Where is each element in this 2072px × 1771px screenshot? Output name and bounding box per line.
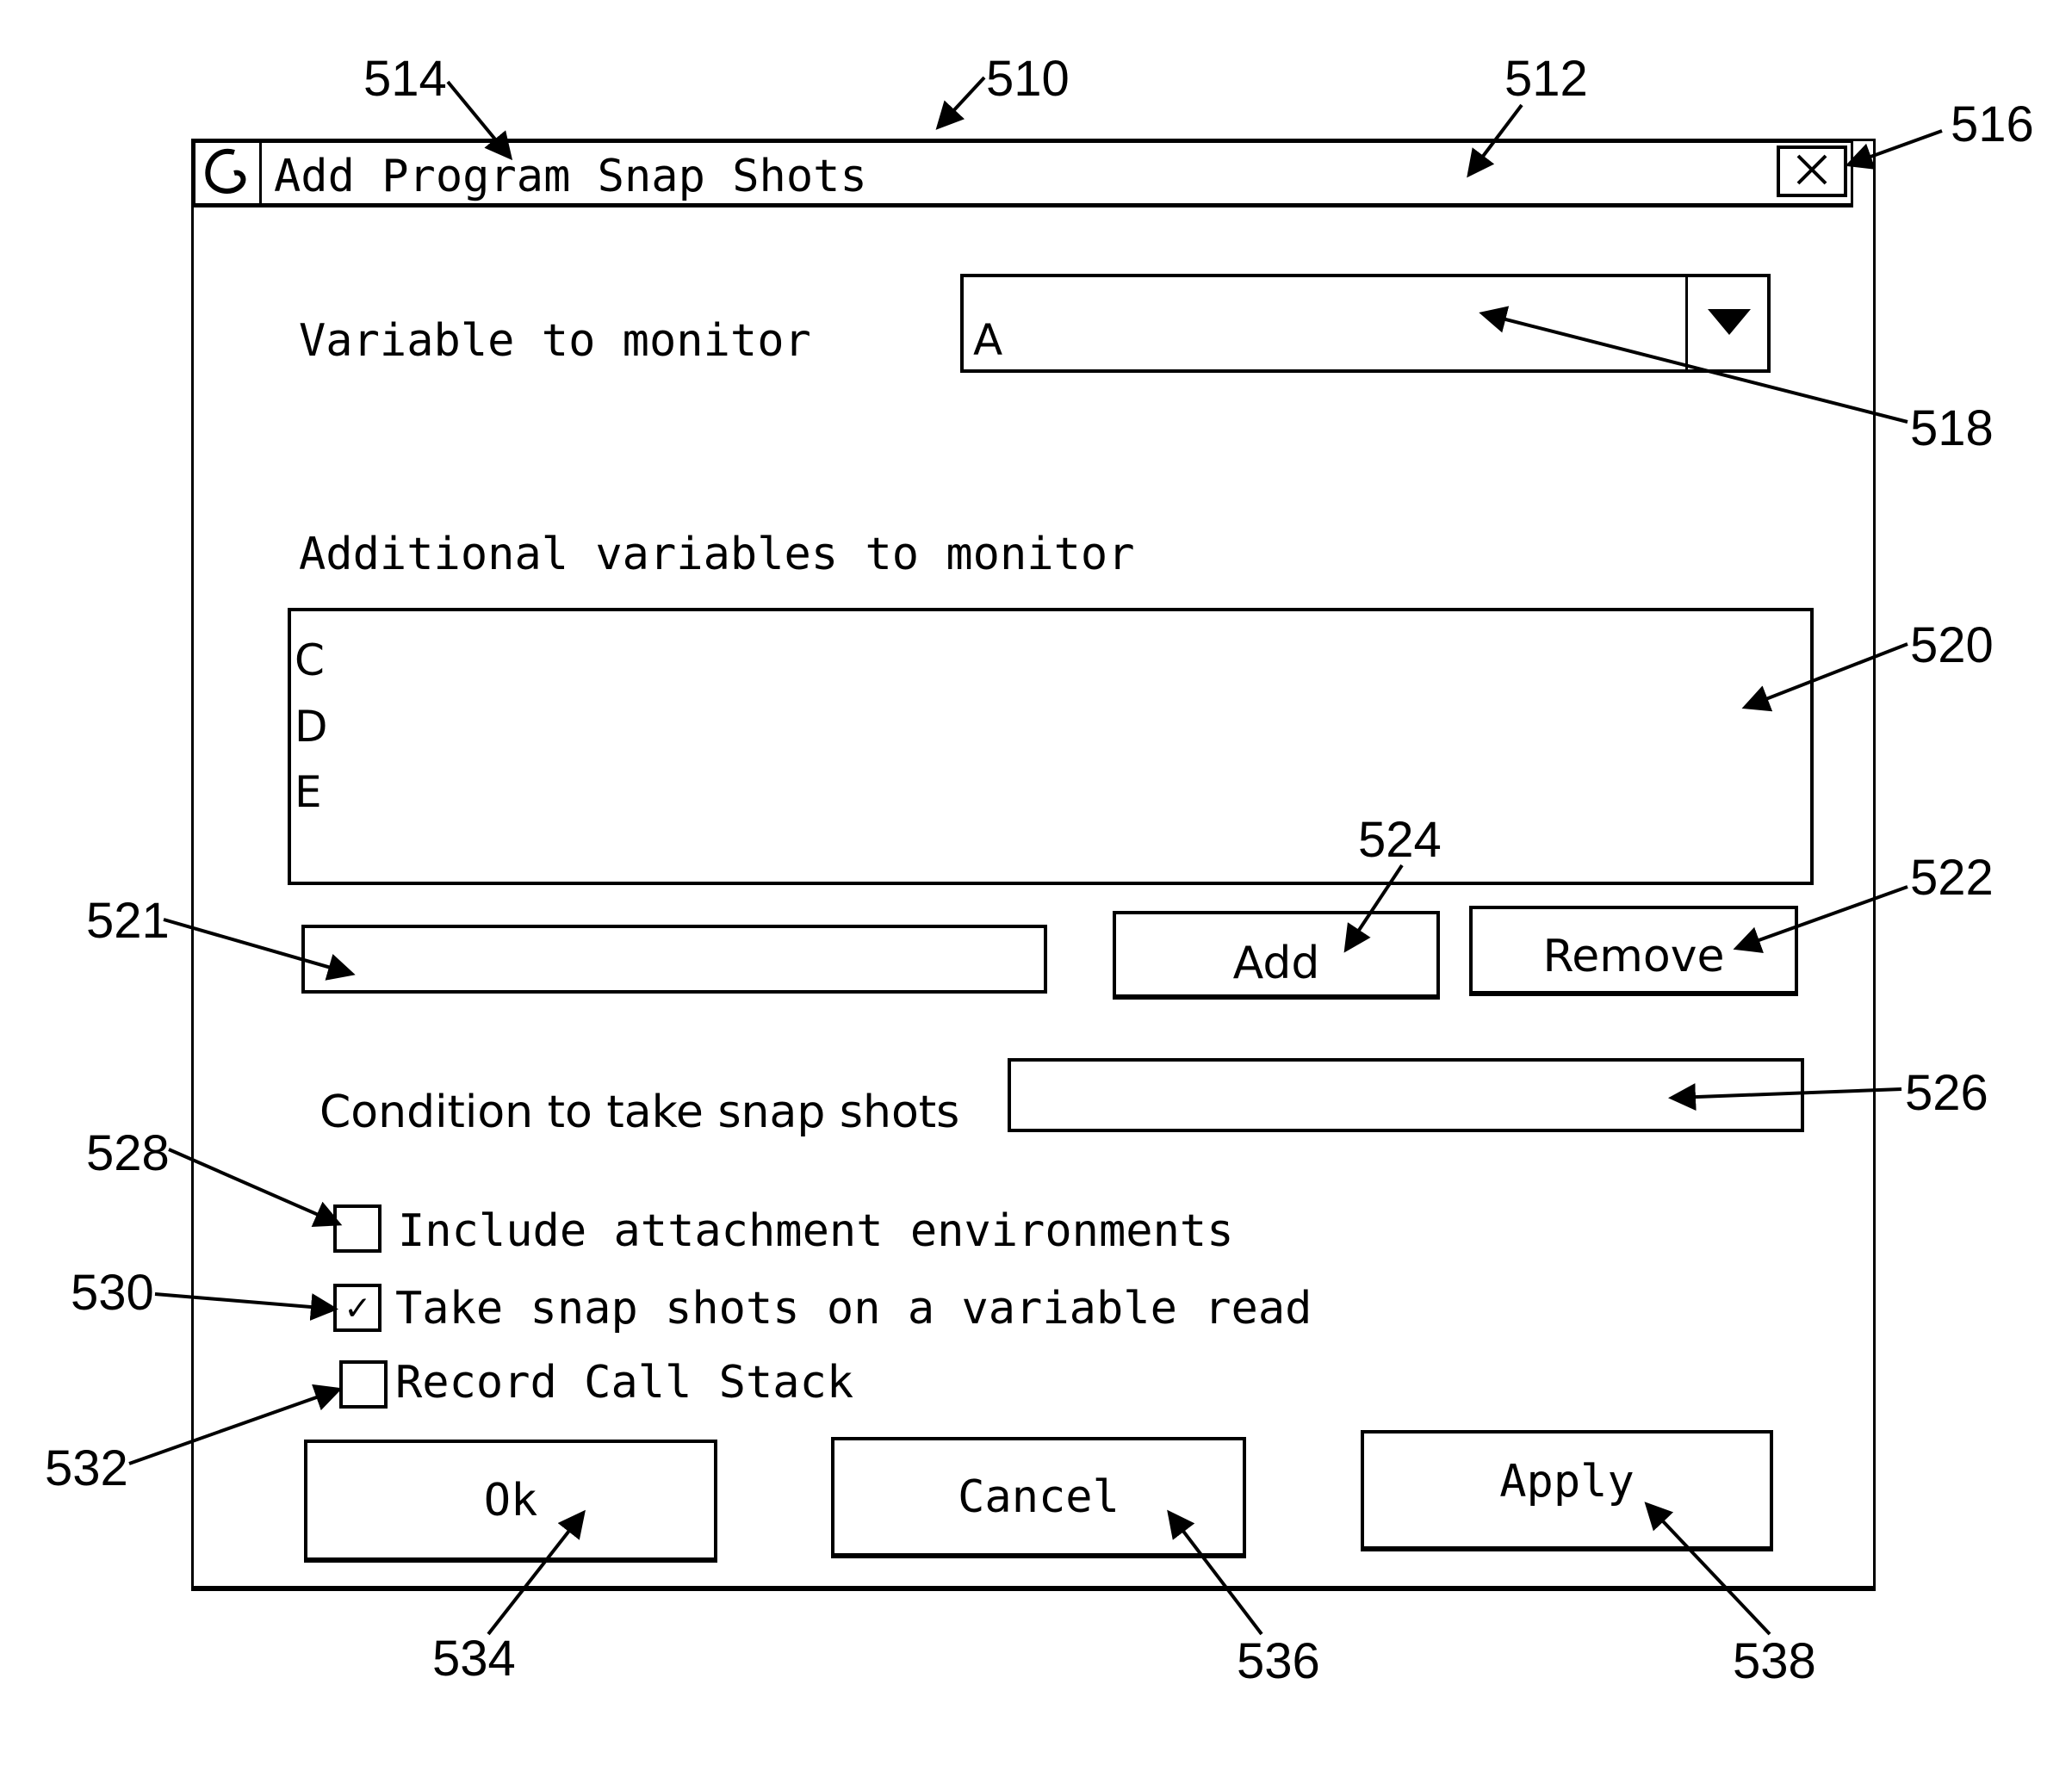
- arrow-518: [1479, 306, 1908, 424]
- arrow-520: [1741, 642, 1908, 712]
- leader-arrows: [128, 76, 1943, 1636]
- arrow-521: [163, 918, 356, 981]
- arrow-516: [1845, 129, 1943, 170]
- arrow-510: [935, 76, 986, 130]
- arrow-528: [168, 1148, 343, 1228]
- arrow-514: [446, 80, 513, 161]
- arrow-530: [154, 1292, 338, 1321]
- arrow-524: [1343, 864, 1404, 953]
- arrow-532: [128, 1384, 343, 1465]
- arrow-534: [487, 1509, 586, 1636]
- arrow-512: [1467, 103, 1523, 178]
- arrow-538: [1644, 1502, 1771, 1636]
- arrow-536: [1167, 1509, 1263, 1636]
- arrow-522: [1733, 885, 1908, 953]
- arrow-526: [1668, 1083, 1902, 1112]
